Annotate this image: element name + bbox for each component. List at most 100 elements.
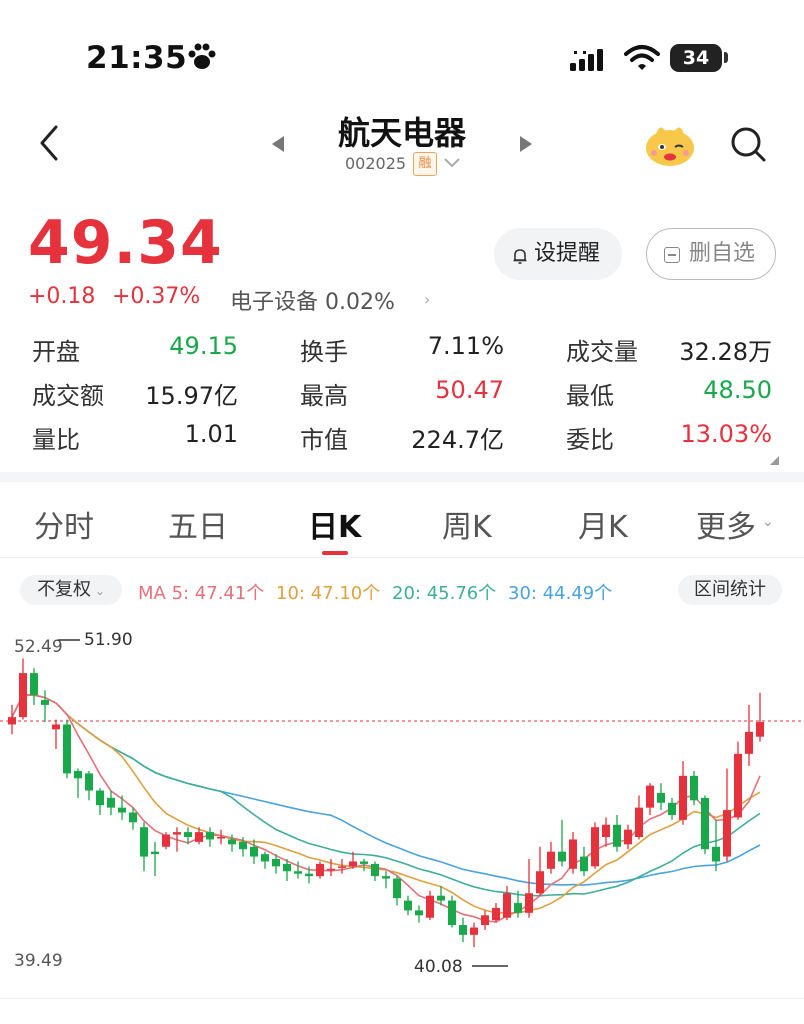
paw-icon	[186, 42, 218, 79]
candle-body	[547, 851, 555, 869]
chevron-down-icon: ⌄	[91, 584, 105, 598]
chevron-down-icon[interactable]	[442, 155, 462, 174]
candle-body	[228, 839, 236, 845]
candle-body	[602, 824, 610, 838]
candle-body	[327, 868, 335, 871]
candle-body	[690, 775, 698, 801]
back-button[interactable]	[30, 120, 70, 166]
stat-value: 49.15	[169, 332, 238, 360]
candle-body	[74, 770, 82, 779]
candle-body	[8, 717, 16, 725]
chevron-right-icon: ›	[424, 290, 431, 309]
candle-body	[448, 900, 456, 926]
ma10-label: 10: 47.10个	[276, 583, 381, 604]
stat-value: 15.97亿	[145, 382, 238, 410]
battery-tip	[724, 52, 728, 63]
candle-body	[503, 893, 511, 918]
active-tab-indicator	[322, 551, 348, 555]
sector-link[interactable]: 电子设备 0.02%	[230, 284, 395, 316]
candle-body	[415, 910, 423, 916]
candle-body	[63, 724, 71, 774]
candle-body	[723, 810, 731, 857]
candle-body	[382, 876, 390, 879]
candle-body	[635, 807, 643, 838]
candle-body	[514, 903, 522, 913]
stat-value: 224.7亿	[411, 426, 504, 454]
tab-more[interactable]: 更多	[696, 502, 756, 546]
candle-body	[481, 915, 489, 926]
candle-body	[437, 895, 445, 901]
kline-chart[interactable]: 52.49 39.49 51.90 40.08	[0, 622, 804, 992]
candle-body	[646, 785, 654, 808]
candle-body	[492, 907, 500, 921]
stat-label: 开盘	[32, 338, 80, 366]
range-stats-button[interactable]: 区间统计	[678, 575, 782, 605]
search-icon[interactable]	[728, 124, 768, 168]
candle-body	[195, 832, 203, 842]
stat-label: 最低	[566, 382, 614, 410]
tab-five-day[interactable]: 五日	[168, 502, 228, 546]
tab-weekly-k[interactable]: 周K	[442, 502, 492, 546]
y-axis-bottom-label: 39.49	[14, 951, 63, 971]
candle-body	[668, 802, 676, 815]
y-axis-top-label: 52.49	[14, 637, 63, 657]
chevron-down-icon: ⌄	[762, 514, 774, 530]
stat-label: 最高	[300, 382, 348, 410]
adjust-label: 不复权	[37, 579, 92, 600]
candle-body	[272, 859, 280, 867]
current-price: 49.34	[28, 208, 223, 278]
previous-stock-button[interactable]	[270, 134, 286, 158]
stat-value: 13.03%	[680, 420, 772, 448]
price-change-percent: +0.37%	[112, 284, 201, 309]
stat-value: 1.01	[184, 420, 238, 448]
wifi-icon	[624, 44, 660, 76]
candle-body	[525, 893, 533, 913]
candle-body	[140, 827, 148, 857]
expand-corner-icon[interactable]	[770, 456, 779, 465]
bottom-divider	[0, 998, 804, 999]
stat-value: 7.11%	[427, 332, 504, 360]
ma30-label: 30: 44.49个	[508, 583, 613, 604]
stat-label: 成交额	[32, 382, 104, 410]
margin-badge: 融	[413, 152, 437, 176]
candle-body	[30, 673, 38, 696]
tab-intraday[interactable]: 分时	[34, 502, 94, 546]
candle-body	[338, 866, 346, 868]
candle-body	[41, 700, 49, 705]
stat-value: 50.47	[435, 376, 504, 404]
stat-value: 48.50	[703, 376, 772, 404]
high-annotation: 51.90	[84, 630, 133, 650]
candle-body	[349, 861, 357, 867]
tab-daily-k[interactable]: 日K	[308, 502, 361, 546]
candle-body	[184, 832, 192, 838]
candle-body	[591, 827, 599, 867]
candle-body	[360, 861, 368, 864]
candle-body	[404, 900, 412, 911]
candle-body	[558, 851, 566, 862]
candle-body	[657, 792, 665, 803]
candle-body	[459, 925, 467, 935]
candle-body	[624, 829, 632, 845]
candle-body	[173, 832, 181, 835]
stat-value: 32.28万	[679, 338, 772, 366]
candle-body	[426, 895, 434, 918]
candle-body	[239, 841, 247, 850]
next-stock-button[interactable]	[518, 134, 534, 158]
stock-name: 航天电器	[337, 114, 466, 152]
candle-body	[371, 863, 379, 877]
candle-body	[162, 834, 170, 847]
tab-monthly-k[interactable]: 月K	[578, 502, 628, 546]
candle-body	[734, 753, 742, 818]
stock-code: 002025	[345, 154, 407, 173]
adjust-dropdown[interactable]: 不复权 ⌄	[20, 575, 122, 605]
minus-box-icon	[664, 247, 680, 263]
stat-label: 委比	[566, 426, 614, 454]
mascot-icon[interactable]	[642, 120, 698, 168]
candle-body	[129, 812, 137, 823]
candle-body	[580, 856, 588, 872]
stat-label: 换手	[300, 338, 348, 366]
tabs-divider	[0, 557, 804, 558]
candle-body	[536, 871, 544, 894]
status-time: 21:35	[86, 40, 188, 76]
candle-body	[712, 846, 720, 862]
